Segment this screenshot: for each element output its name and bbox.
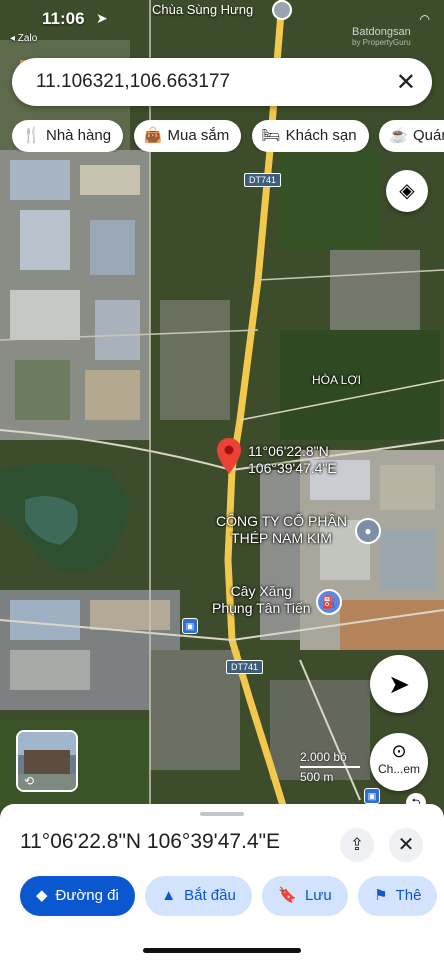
lens-button[interactable]: ⊙ Ch...em <box>370 733 428 791</box>
lens-label: Ch...em <box>377 762 420 776</box>
search-query[interactable]: 11.106321,106.663177 <box>36 71 230 93</box>
add-label-text: Thê <box>395 887 422 904</box>
search-bar[interactable]: 11.106321,106.663177 ✕ <box>12 58 432 106</box>
road-label-dt741-top: DT741 <box>244 173 282 187</box>
watermark: Batdongsan by PropertyGuru <box>352 26 411 47</box>
place-title: 11°06'22.8"N 106°39'47.4"E <box>20 830 281 853</box>
clock: 11:06 <box>42 9 85 28</box>
flag-icon: ⚑ <box>374 887 388 904</box>
directions-button[interactable]: ◆ Đường đi <box>20 876 135 916</box>
action-buttons: ◆ Đường đi ▲ Bắt đầu 🔖 Lưu ⚑ Thê <box>20 876 443 916</box>
company-label-line2: THÉP NAM KIM <box>231 530 332 546</box>
share-icon: ⇪ <box>349 835 365 854</box>
bookmark-icon: 🔖 <box>278 887 297 904</box>
bottom-sheet: 11°06'22.8"N 106°39'47.4"E ⇪ ✕ ◆ Đường đi… <box>0 804 444 960</box>
chip-label: Mua sắm <box>167 127 230 144</box>
rotate-360-icon: ⟲ <box>24 774 35 788</box>
scale-meters: 500 m <box>300 770 334 784</box>
pin-coordinate-label: 11°06'22.8"N 106°39'47.4"E <box>248 443 337 477</box>
save-button[interactable]: 🔖 Lưu <box>262 876 348 916</box>
layers-button[interactable]: ◈ <box>386 170 428 212</box>
utensils-icon: 🍴 <box>22 127 41 144</box>
shopping-bag-icon: 👜 <box>143 127 163 144</box>
watermark-brand: Batdongsan <box>352 26 411 38</box>
street-view-thumbnail[interactable]: ⟲ <box>16 730 78 792</box>
company-label[interactable]: CÔNG TY CỔ PHẦN THÉP NAM KIM <box>216 513 347 547</box>
directions-label: Đường đi <box>55 887 119 904</box>
back-to-app-link[interactable]: ◂ Zalo <box>10 33 37 44</box>
gas-station-label[interactable]: Cây Xăng Phụng Tân Tiến <box>212 583 311 617</box>
gas-station-line1: Cây Xăng <box>230 583 293 599</box>
add-label-button[interactable]: ⚑ Thê <box>358 876 438 916</box>
bus-stop-icon[interactable]: ▣ <box>182 618 198 634</box>
map-view[interactable]: 11:06 ➤ ◂ Zalo ◠ Chùa Sùng Hưng Batdongs… <box>0 0 444 812</box>
chip-label: Nhà hàng <box>46 127 112 144</box>
start-label: Bắt đầu <box>184 887 236 904</box>
clear-search-icon[interactable]: ✕ <box>396 68 416 97</box>
gas-station-icon[interactable]: ⛽ <box>316 589 342 615</box>
drag-handle[interactable] <box>200 812 244 816</box>
chip-hotels[interactable]: 🛏 Khách sạn <box>251 120 369 152</box>
chip-label: Quán <box>413 127 444 144</box>
chip-label: Khách sạn <box>285 127 357 144</box>
chip-cafe[interactable]: ☕ Quán <box>379 120 444 152</box>
location-arrow-icon: ➤ <box>96 10 108 26</box>
home-indicator[interactable] <box>143 948 301 953</box>
road-label-dt741-bottom: DT741 <box>226 660 264 674</box>
category-chips: 🍴 Nhà hàng 👜Mua sắm 🛏Khách sạn ☕ Quán <box>12 120 444 152</box>
company-label-line1: CÔNG TY CỔ PHẦN <box>216 513 347 529</box>
share-button[interactable]: ⇪ <box>340 828 374 862</box>
my-location-button[interactable]: ➤ <box>370 655 428 713</box>
directions-icon: ◆ <box>36 887 48 904</box>
pin-lng: 106°39'47.4"E <box>248 460 337 476</box>
watermark-sub: by PropertyGuru <box>352 38 411 47</box>
pin-lat: 11°06'22.8"N <box>248 443 329 459</box>
pagoda-icon[interactable] <box>272 0 292 20</box>
map-pin-icon[interactable] <box>217 438 241 474</box>
navigation-arrow-icon: ➤ <box>388 669 410 699</box>
chip-shopping[interactable]: 👜 Mua sắm <box>133 120 242 152</box>
bus-stop-icon[interactable]: ▣ <box>364 788 380 804</box>
start-button[interactable]: ▲ Bắt đầu <box>145 876 252 916</box>
layers-icon: ◈ <box>399 180 415 202</box>
gas-station-line2: Phụng Tân Tiến <box>212 600 311 616</box>
close-icon: ✕ <box>397 834 415 856</box>
navigation-icon: ▲ <box>161 887 177 904</box>
close-button[interactable]: ✕ <box>389 828 423 862</box>
scale-feet: 2.000 bộ <box>300 750 347 764</box>
company-pin-icon[interactable]: ● <box>355 518 381 544</box>
bed-icon: 🛏 <box>261 127 281 144</box>
chip-restaurants[interactable]: 🍴 Nhà hàng <box>12 120 124 152</box>
cup-icon: ☕ <box>389 127 408 144</box>
camera-lens-icon: ⊙ <box>391 741 407 761</box>
wifi-icon: ◠ <box>419 12 430 26</box>
map-scale: 2.000 bộ 500 m <box>300 750 360 784</box>
save-label: Lưu <box>304 887 332 904</box>
map-label-pagoda: Chùa Sùng Hưng <box>152 2 254 17</box>
area-label: HÒA LỢI <box>312 373 361 387</box>
